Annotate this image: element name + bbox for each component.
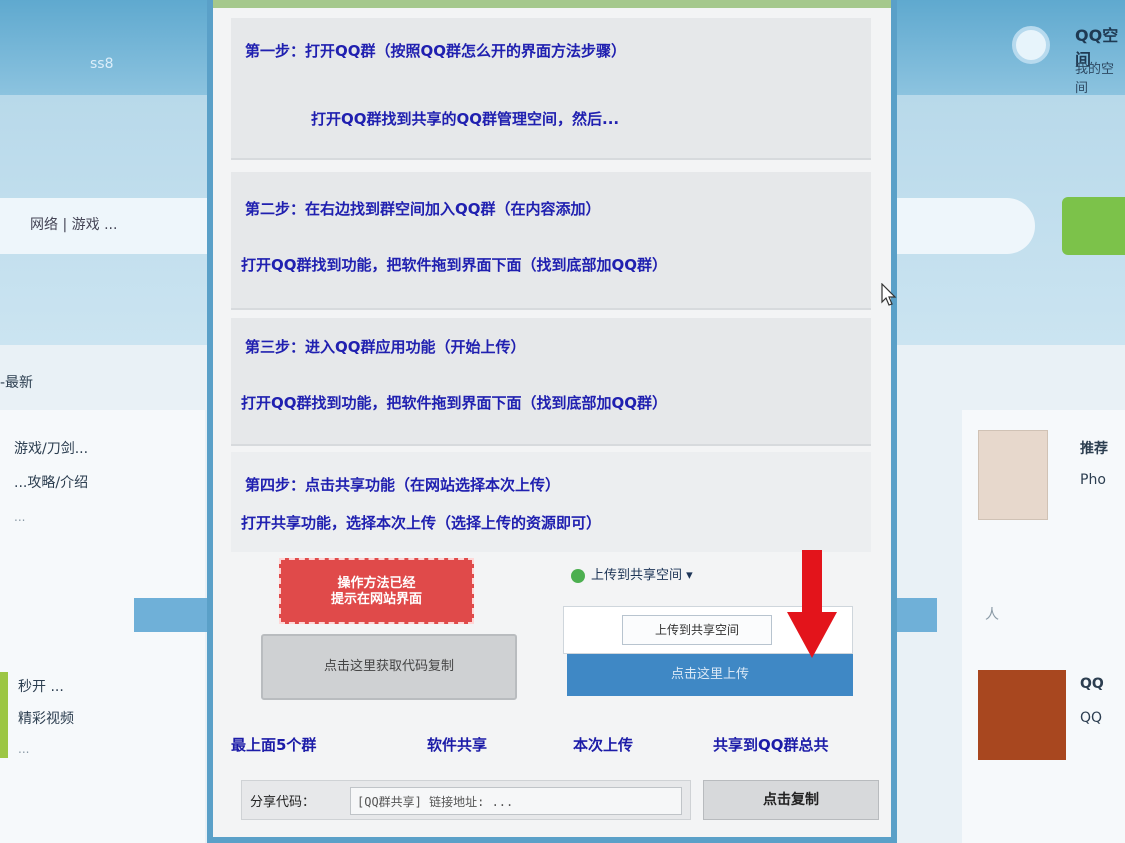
red-notice-banner: 操作方法已经 提示在网站界面 <box>279 558 474 624</box>
background-right-item2-sub: QQ <box>1080 710 1103 726</box>
step-4-detail: 打开共享功能，选择本次上传（选择上传的资源即可） <box>241 514 602 532</box>
background-left-item-title[interactable]: 游戏/刀剑... <box>14 438 88 458</box>
background-right-item2-title[interactable]: QQ <box>1080 676 1104 692</box>
step-3-title: 第三步：进入QQ群应用功能（开始上传） <box>245 338 526 356</box>
step-2-block: 第二步：在右边找到群空间加入QQ群（在内容添加） 打开QQ群找到功能，把软件拖到… <box>231 172 871 310</box>
step-1-title: 第一步：打开QQ群（按照QQ群怎么开的界面方法步骤） <box>245 42 627 60</box>
step-4-title: 第四步：点击共享功能（在网站选择本次上传） <box>245 476 561 494</box>
bottom-link-4[interactable]: 共享到QQ群总共 <box>713 734 829 755</box>
red-notice-line-2: 提示在网站界面 <box>330 592 422 607</box>
background-left-tagbar <box>134 598 207 632</box>
bottom-link-1[interactable]: 最上面5个群 <box>231 734 316 755</box>
background-left-item-sub: ...攻略/介绍 <box>14 475 89 491</box>
share-code-input[interactable]: [QQ群共享] 链接地址: ... <box>350 787 682 815</box>
step-1-block: 第一步：打开QQ群（按照QQ群怎么开的界面方法步骤） 打开QQ群找到共享的QQ群… <box>231 18 871 160</box>
background-left-item2-title[interactable]: 秒开 ... <box>18 676 64 696</box>
step-3-block: 第三步：进入QQ群应用功能（开始上传） 打开QQ群找到功能，把软件拖到界面下面（… <box>231 318 871 446</box>
upload-menu-item[interactable]: 上传到共享空间 <box>622 615 772 645</box>
background-left-item2-meta: ... <box>18 742 30 756</box>
step-2-detail: 打开QQ群找到功能，把软件拖到界面下面（找到底部加QQ群） <box>241 256 668 274</box>
red-notice-line-1: 操作方法已经 <box>337 576 416 591</box>
copy-button[interactable]: 点击复制 <box>703 780 879 820</box>
background-left-item2-sub: 精彩视频 <box>18 711 74 727</box>
panel-top-border <box>213 0 891 8</box>
background-right-item-title[interactable]: 推荐 <box>1080 438 1108 458</box>
instruction-panel: 第一步：打开QQ群（按照QQ群怎么开的界面方法步骤） 打开QQ群找到共享的QQ群… <box>207 0 897 843</box>
step-4-block: 第四步：点击共享功能（在网站选择本次上传） 打开共享功能，选择本次上传（选择上传… <box>231 452 871 552</box>
background-search-text: 网络 | 游戏 ... <box>30 217 118 233</box>
share-code-row: 分享代码： [QQ群共享] 链接地址: ... <box>241 780 691 820</box>
background-right-tagbar <box>897 598 937 632</box>
background-green-marker <box>0 672 8 758</box>
bottom-link-3[interactable]: 本次上传 <box>573 734 633 755</box>
background-game-thumbnail[interactable] <box>978 670 1066 760</box>
background-search-button[interactable] <box>1062 197 1125 255</box>
step-3-detail: 打开QQ群找到功能，把软件拖到界面下面（找到底部加QQ群） <box>241 394 668 412</box>
red-down-arrow-icon <box>787 550 837 658</box>
upload-dropdown[interactable]: 上传到共享空间 ▾ <box>571 564 693 583</box>
upload-icon <box>571 568 585 583</box>
background-logo[interactable]: ss8 <box>90 56 114 72</box>
share-code-label: 分享代码： <box>250 795 316 810</box>
get-code-button[interactable]: 点击这里获取代码复制 <box>261 634 517 700</box>
step-1-detail: 打开QQ群找到共享的QQ群管理空间，然后... <box>311 110 620 128</box>
bottom-link-2[interactable]: 软件共享 <box>427 734 487 755</box>
background-right-tag: 人 <box>985 607 999 623</box>
background-thumbnail[interactable] <box>978 430 1048 520</box>
background-right-item-sub: Pho <box>1080 472 1106 488</box>
background-section-label: -最新 <box>0 375 34 391</box>
step-2-title: 第二步：在右边找到群空间加入QQ群（在内容添加） <box>245 200 601 218</box>
background-right-subtitle: 我的空间 <box>1075 62 1115 96</box>
background-left-item-meta: ... <box>14 510 26 524</box>
bottom-links: 最上面5个群 软件共享 本次上传 共享到QQ群总共 <box>227 728 887 764</box>
user-avatar-icon[interactable] <box>1012 26 1050 64</box>
mouse-cursor-icon <box>881 283 897 306</box>
upload-dropdown-label: 上传到共享空间 ▾ <box>591 568 693 583</box>
upload-button[interactable]: 点击这里上传 <box>567 654 853 696</box>
